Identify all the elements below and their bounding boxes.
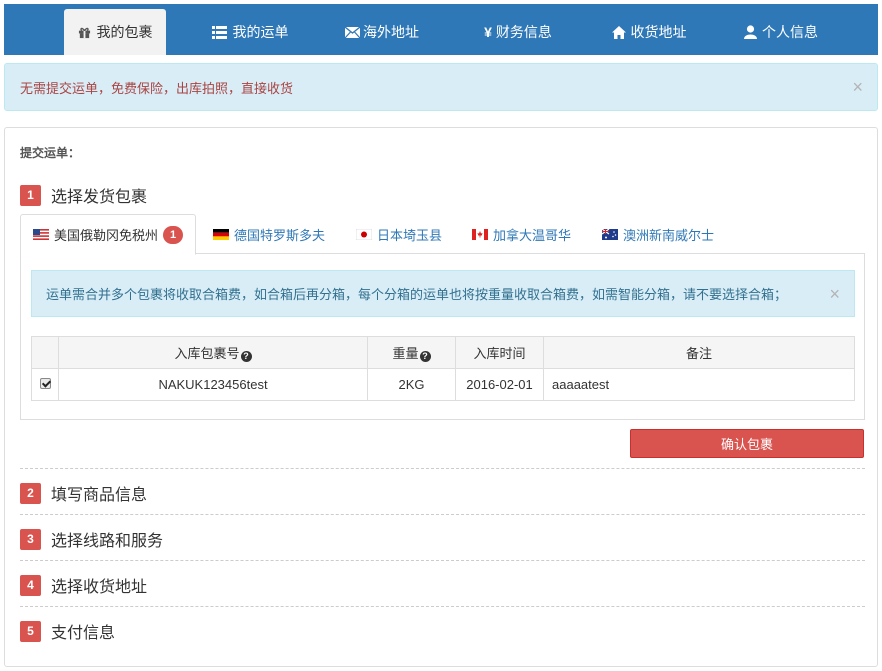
warehouse-tabs: 美国俄勒冈免税州 1 德国特罗斯多夫 日本埼玉县 加拿大温哥华 澳洲新南威尔士 xyxy=(20,214,865,255)
help-icon[interactable]: ? xyxy=(240,350,252,362)
home-icon xyxy=(611,25,626,39)
divider xyxy=(20,606,865,607)
jp-flag-icon xyxy=(356,228,372,240)
note-cell: aaaaatest xyxy=(543,368,855,401)
promo-alert-text: 无需提交运单，免费保险，出库拍照，直接收货 xyxy=(20,80,294,96)
step-label: 选择收货地址 xyxy=(51,579,148,596)
merge-fee-alert: 运单需合并多个包裹将收取合箱费，如合箱后再分箱，每个分箱的运单也将按重量收取合箱… xyxy=(31,270,855,317)
gift-icon xyxy=(78,26,91,39)
envelope-icon xyxy=(345,26,360,38)
tab-australia-nsw[interactable]: 澳洲新南威尔士 xyxy=(590,214,726,254)
select-column-header xyxy=(31,336,59,369)
tab-japan-saitama[interactable]: 日本埼玉县 xyxy=(344,214,454,254)
table-row: NAKUK123456test 2KG 2016-02-01 aaaaatest xyxy=(31,368,855,401)
yen-icon: ¥ xyxy=(484,24,492,40)
list-icon xyxy=(211,25,227,39)
package-id-cell: NAKUK123456test xyxy=(58,368,368,401)
tab-label: 日本埼玉县 xyxy=(377,227,443,243)
divider xyxy=(20,468,865,469)
step-3-header[interactable]: 3 选择线路和服务 xyxy=(20,527,163,551)
promo-alert: 无需提交运单，免费保险，出库拍照，直接收货 × xyxy=(4,63,878,111)
package-table: 入库包裹号? 重量? 入库时间 备注 NAKUK123456test 2KG 2… xyxy=(31,336,855,401)
step-2-header[interactable]: 2 填写商品信息 xyxy=(20,481,147,505)
nav-label: 收货地址 xyxy=(630,24,687,40)
tab-label: 澳洲新南威尔士 xyxy=(623,227,715,243)
nav-label: 个人信息 xyxy=(762,24,818,40)
nav-item-my-packages[interactable]: 我的包裹 xyxy=(64,9,166,55)
column-header-note: 备注 xyxy=(543,336,855,369)
step-label: 填写商品信息 xyxy=(51,487,148,504)
ca-flag-icon xyxy=(472,228,488,240)
date-cell: 2016-02-01 xyxy=(455,368,544,401)
user-icon xyxy=(744,25,757,39)
step-number-badge: 5 xyxy=(20,620,41,642)
confirm-package-button[interactable]: 确认包裹 xyxy=(630,429,864,458)
tab-label: 德国特罗斯多夫 xyxy=(234,227,326,243)
step-label: 选择发货包裹 xyxy=(51,189,148,206)
nav-label: 海外地址 xyxy=(363,24,419,40)
help-icon[interactable]: ? xyxy=(419,350,431,362)
step-number-badge: 1 xyxy=(20,184,41,206)
tab-germany-troisdorf[interactable]: 德国特罗斯多夫 xyxy=(201,214,337,254)
tab-content: 运单需合并多个包裹将收取合箱费，如合箱后再分箱，每个分箱的运单也将按重量收取合箱… xyxy=(20,254,865,420)
close-icon[interactable]: × xyxy=(852,78,863,96)
nav-item-shipping-address[interactable]: 收货地址 xyxy=(604,9,694,55)
nav-item-overseas-address[interactable]: 海外地址 xyxy=(336,9,428,55)
column-header-package-id: 入库包裹号? xyxy=(58,336,368,369)
step-5-header[interactable]: 5 支付信息 xyxy=(20,619,115,643)
close-icon[interactable]: × xyxy=(829,285,840,303)
step-number-badge: 3 xyxy=(20,528,41,550)
step-label: 支付信息 xyxy=(51,625,116,642)
table-header-row: 入库包裹号? 重量? 入库时间 备注 xyxy=(31,336,855,369)
tab-label: 加拿大温哥华 xyxy=(493,227,572,243)
step-4-header[interactable]: 4 选择收货地址 xyxy=(20,573,147,597)
tab-canada-vancouver[interactable]: 加拿大温哥华 xyxy=(460,214,583,254)
step-number-badge: 4 xyxy=(20,574,41,596)
nav-item-finance[interactable]: ¥ 财务信息 xyxy=(472,9,564,55)
top-nav: 我的包裹 我的运单 海外地址 ¥ 财务信息 收货地址 个人信息 xyxy=(4,4,878,55)
nav-item-my-waybills[interactable]: 我的运单 xyxy=(200,9,300,55)
tab-label: 美国俄勒冈免税州 xyxy=(54,228,159,243)
column-header-date: 入库时间 xyxy=(455,336,544,369)
merge-fee-alert-text: 运单需合并多个包裹将收取合箱费，如合箱后再分箱，每个分箱的运单也将按重量收取合箱… xyxy=(46,287,788,302)
us-flag-icon xyxy=(33,229,49,240)
step-1-header[interactable]: 1 选择发货包裹 xyxy=(20,183,147,207)
step-number-badge: 2 xyxy=(20,482,41,504)
divider xyxy=(20,560,865,561)
step-label: 选择线路和服务 xyxy=(51,533,164,550)
nav-label: 我的包裹 xyxy=(96,24,153,40)
tab-us-oregon[interactable]: 美国俄勒冈免税州 1 xyxy=(20,214,197,255)
de-flag-icon xyxy=(213,228,229,240)
submit-waybill-panel: 提交运单： 1 选择发货包裹 美国俄勒冈免税州 1 德国特罗斯多夫 日本埼玉县 … xyxy=(4,127,878,667)
panel-title: 提交运单： xyxy=(20,146,81,160)
nav-label: 我的运单 xyxy=(232,24,289,40)
au-flag-icon xyxy=(602,228,618,240)
row-checkbox-cell xyxy=(31,368,59,401)
weight-cell: 2KG xyxy=(367,368,456,401)
row-checkbox[interactable] xyxy=(39,378,51,389)
package-count-badge: 1 xyxy=(163,225,184,244)
nav-item-personal-info[interactable]: 个人信息 xyxy=(736,9,826,55)
column-header-weight: 重量? xyxy=(367,336,456,369)
divider xyxy=(20,514,865,515)
nav-label: 财务信息 xyxy=(495,24,552,40)
